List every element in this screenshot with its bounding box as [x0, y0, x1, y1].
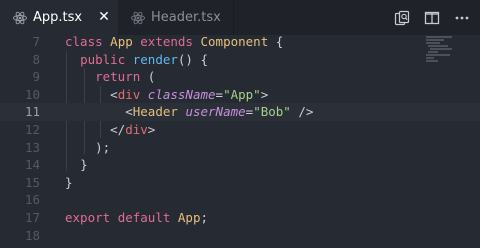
punctuation: > [147, 121, 156, 137]
keyword: extends [140, 34, 193, 49]
class-name: App [177, 209, 201, 225]
line-number: 7 [32, 34, 40, 49]
punctuation: </ [110, 121, 126, 137]
punctuation: < [110, 86, 118, 102]
minimap-line [426, 36, 452, 38]
jsx-attribute: userName [185, 104, 246, 120]
jsx-tag: div [125, 121, 148, 137]
punctuation: () { [177, 51, 209, 67]
class-name: Component [200, 34, 269, 49]
code-text[interactable]: <Header userName="Bob" /> [65, 103, 313, 121]
punctuation: > [260, 86, 269, 102]
line-number: 8 [32, 51, 40, 67]
split-editor-button[interactable] [422, 9, 442, 27]
open-changes-button[interactable] [392, 9, 412, 27]
code-line: 8 public render() { [0, 51, 480, 69]
editor-actions [392, 9, 472, 27]
tab-label: Header.tsx [151, 10, 221, 25]
punctuation: { [275, 34, 284, 49]
punctuation: } [80, 157, 88, 173]
jsx-component: Header [132, 104, 178, 120]
line-number: 12 [24, 121, 40, 137]
punctuation: = [215, 86, 224, 102]
tab-label: App.tsx [33, 10, 83, 25]
code-line: 9 return ( [0, 68, 480, 86]
minimap-line [430, 48, 452, 50]
code-text[interactable]: } [65, 156, 88, 174]
split-editor-icon [424, 11, 440, 25]
open-changes-icon [394, 10, 410, 26]
code-line: 14 } [0, 156, 480, 174]
line-number: 13 [24, 139, 40, 155]
punctuation: ; [200, 209, 209, 225]
code-line: 10 <div className="App"> [0, 86, 480, 104]
punctuation: ( [147, 69, 156, 85]
code-line: 15 } [0, 174, 480, 192]
minimap-line [426, 60, 438, 62]
tab-header-tsx[interactable]: Header.tsx [118, 0, 234, 35]
minimap-line [428, 45, 448, 47]
code-text[interactable]: <div className="App"> [65, 86, 268, 104]
line-number: 16 [24, 192, 40, 208]
code-text[interactable]: class App extends Component { [65, 33, 283, 51]
code-line: 18 [0, 227, 480, 245]
code-text[interactable]: public render() { [65, 51, 208, 69]
minimap-line [426, 54, 450, 56]
minimap-line [428, 51, 438, 53]
code-line: 12 </div> [0, 121, 480, 139]
more-actions-icon [455, 16, 469, 20]
minimap-line [426, 39, 444, 41]
code-lines: 7 class App extends Component { 8 public… [0, 33, 480, 244]
react-file-icon [131, 11, 145, 24]
close-icon[interactable]: ✕ [96, 9, 112, 25]
line-number: 18 [24, 227, 40, 243]
string-literal: "App" [223, 86, 261, 102]
function-name: render [132, 51, 178, 67]
punctuation: < [125, 104, 133, 120]
tab-app-tsx[interactable]: App.tsx ✕ [0, 0, 118, 35]
punctuation: } [65, 174, 73, 190]
line-number: 17 [24, 209, 40, 225]
keyword: return [95, 69, 141, 85]
line-number: 9 [32, 69, 40, 85]
jsx-attribute: className [147, 86, 216, 102]
line-number: 15 [24, 174, 40, 190]
class-name: App [110, 34, 133, 49]
keyword: class [65, 34, 103, 49]
minimap-line [426, 57, 434, 59]
code-line: 16 [0, 191, 480, 209]
line-number: 14 [24, 157, 40, 173]
code-line: 17 export default App; [0, 209, 480, 227]
more-actions-button[interactable] [452, 9, 472, 27]
keyword: export [65, 209, 111, 225]
code-text[interactable]: return ( [65, 68, 155, 86]
line-number: 11 [24, 104, 40, 120]
keyword: default [117, 209, 171, 225]
code-text[interactable]: ); [65, 139, 110, 157]
code-line: 13 ); [0, 139, 480, 157]
jsx-tag: div [117, 86, 141, 102]
code-text[interactable]: } [65, 174, 73, 192]
code-text[interactable]: </div> [65, 121, 155, 139]
punctuation: /> [298, 104, 314, 120]
code-editor: App.tsx ✕ Header.tsx 7 class App extends… [0, 0, 480, 248]
code-text[interactable]: export default App; [65, 209, 208, 227]
keyword: public [80, 51, 126, 67]
minimap-line [426, 42, 440, 44]
code-line-current: 11 <Header userName="Bob" /> [0, 103, 480, 121]
punctuation: ); [95, 139, 111, 155]
tab-bar: App.tsx ✕ Header.tsx [0, 0, 480, 35]
minimap[interactable] [424, 35, 470, 75]
react-file-icon [13, 11, 27, 24]
code-line: 7 class App extends Component { [0, 33, 480, 51]
line-number: 10 [24, 86, 40, 102]
string-literal: "Bob" [253, 104, 291, 120]
